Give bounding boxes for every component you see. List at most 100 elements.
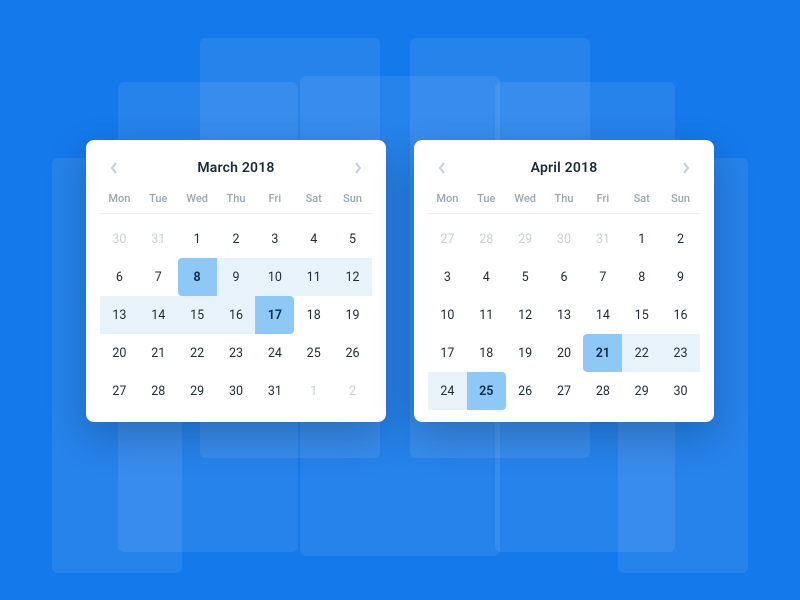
day-cell[interactable]: 28	[139, 372, 178, 410]
weekday-label: Tue	[467, 192, 506, 205]
calendar-panels: March 2018 MonTueWedThuFriSatSun 3031123…	[0, 140, 800, 422]
day-cell[interactable]: 23	[661, 334, 700, 372]
prev-month-button[interactable]	[432, 158, 452, 178]
day-cell[interactable]: 9	[217, 258, 256, 296]
day-cell[interactable]: 1	[178, 220, 217, 258]
day-cell[interactable]: 26	[506, 372, 545, 410]
next-month-button[interactable]	[676, 158, 696, 178]
day-cell[interactable]: 2	[661, 220, 700, 258]
day-cell[interactable]: 15	[622, 296, 661, 334]
day-cell[interactable]: 17	[255, 296, 294, 334]
day-cell[interactable]: 22	[622, 334, 661, 372]
weekday-label: Fri	[255, 192, 294, 205]
weekday-label: Sat	[294, 192, 333, 205]
day-cell[interactable]: 9	[661, 258, 700, 296]
day-cell[interactable]: 7	[583, 258, 622, 296]
day-cell[interactable]: 16	[217, 296, 256, 334]
month-title: April 2018	[531, 160, 598, 176]
day-cell[interactable]: 6	[100, 258, 139, 296]
day-cell[interactable]: 31	[139, 220, 178, 258]
chevron-right-icon	[354, 159, 362, 178]
day-cell[interactable]: 24	[428, 372, 467, 410]
calendar-march: March 2018 MonTueWedThuFriSatSun 3031123…	[86, 140, 386, 422]
weekday-label: Sun	[333, 192, 372, 205]
day-cell[interactable]: 22	[178, 334, 217, 372]
day-cell[interactable]: 20	[545, 334, 584, 372]
weekday-label: Fri	[583, 192, 622, 205]
day-cell[interactable]: 19	[333, 296, 372, 334]
chevron-left-icon	[438, 159, 446, 178]
day-cell[interactable]: 8	[178, 258, 217, 296]
day-cell[interactable]: 25	[467, 372, 506, 410]
day-cell[interactable]: 7	[139, 258, 178, 296]
calendar-header: March 2018	[100, 158, 372, 192]
day-cell[interactable]: 12	[506, 296, 545, 334]
day-cell[interactable]: 23	[217, 334, 256, 372]
day-cell[interactable]: 2	[217, 220, 256, 258]
day-cell[interactable]: 21	[583, 334, 622, 372]
day-cell[interactable]: 28	[583, 372, 622, 410]
day-cell[interactable]: 3	[255, 220, 294, 258]
day-cell[interactable]: 10	[428, 296, 467, 334]
day-cell[interactable]: 16	[661, 296, 700, 334]
day-cell[interactable]: 11	[294, 258, 333, 296]
day-cell[interactable]: 10	[255, 258, 294, 296]
next-month-button[interactable]	[348, 158, 368, 178]
day-cell[interactable]: 13	[100, 296, 139, 334]
weekday-label: Wed	[506, 192, 545, 205]
calendar-april: April 2018 MonTueWedThuFriSatSun 2728293…	[414, 140, 714, 422]
weekday-label: Mon	[428, 192, 467, 205]
day-cell[interactable]: 27	[100, 372, 139, 410]
day-cell[interactable]: 27	[545, 372, 584, 410]
day-cell[interactable]: 19	[506, 334, 545, 372]
day-cell[interactable]: 30	[545, 220, 584, 258]
day-cell[interactable]: 13	[545, 296, 584, 334]
day-grid: 2728293031123456789101112131415161718192…	[428, 214, 700, 410]
day-cell[interactable]: 4	[294, 220, 333, 258]
day-cell[interactable]: 24	[255, 334, 294, 372]
day-cell[interactable]: 29	[506, 220, 545, 258]
day-cell[interactable]: 18	[467, 334, 506, 372]
day-cell[interactable]: 31	[583, 220, 622, 258]
calendar-header: April 2018	[428, 158, 700, 192]
day-cell[interactable]: 14	[139, 296, 178, 334]
day-cell[interactable]: 11	[467, 296, 506, 334]
day-cell[interactable]: 12	[333, 258, 372, 296]
day-cell[interactable]: 30	[661, 372, 700, 410]
weekday-label: Mon	[100, 192, 139, 205]
weekday-label: Sat	[622, 192, 661, 205]
day-cell[interactable]: 5	[333, 220, 372, 258]
chevron-right-icon	[682, 159, 690, 178]
day-cell[interactable]: 8	[622, 258, 661, 296]
day-cell[interactable]: 21	[139, 334, 178, 372]
weekday-row: MonTueWedThuFriSatSun	[100, 192, 372, 214]
weekday-label: Tue	[139, 192, 178, 205]
weekday-row: MonTueWedThuFriSatSun	[428, 192, 700, 214]
prev-month-button[interactable]	[104, 158, 124, 178]
day-cell[interactable]: 1	[294, 372, 333, 410]
day-cell[interactable]: 29	[178, 372, 217, 410]
day-grid: 3031123456789101112131415161718192021222…	[100, 214, 372, 410]
day-cell[interactable]: 30	[217, 372, 256, 410]
day-cell[interactable]: 31	[255, 372, 294, 410]
day-cell[interactable]: 14	[583, 296, 622, 334]
day-cell[interactable]: 1	[622, 220, 661, 258]
month-title: March 2018	[197, 160, 274, 176]
day-cell[interactable]: 20	[100, 334, 139, 372]
day-cell[interactable]: 29	[622, 372, 661, 410]
weekday-label: Thu	[545, 192, 584, 205]
day-cell[interactable]: 3	[428, 258, 467, 296]
day-cell[interactable]: 30	[100, 220, 139, 258]
day-cell[interactable]: 2	[333, 372, 372, 410]
chevron-left-icon	[110, 159, 118, 178]
day-cell[interactable]: 6	[545, 258, 584, 296]
day-cell[interactable]: 18	[294, 296, 333, 334]
day-cell[interactable]: 15	[178, 296, 217, 334]
day-cell[interactable]: 5	[506, 258, 545, 296]
day-cell[interactable]: 28	[467, 220, 506, 258]
day-cell[interactable]: 17	[428, 334, 467, 372]
day-cell[interactable]: 27	[428, 220, 467, 258]
day-cell[interactable]: 25	[294, 334, 333, 372]
day-cell[interactable]: 26	[333, 334, 372, 372]
day-cell[interactable]: 4	[467, 258, 506, 296]
